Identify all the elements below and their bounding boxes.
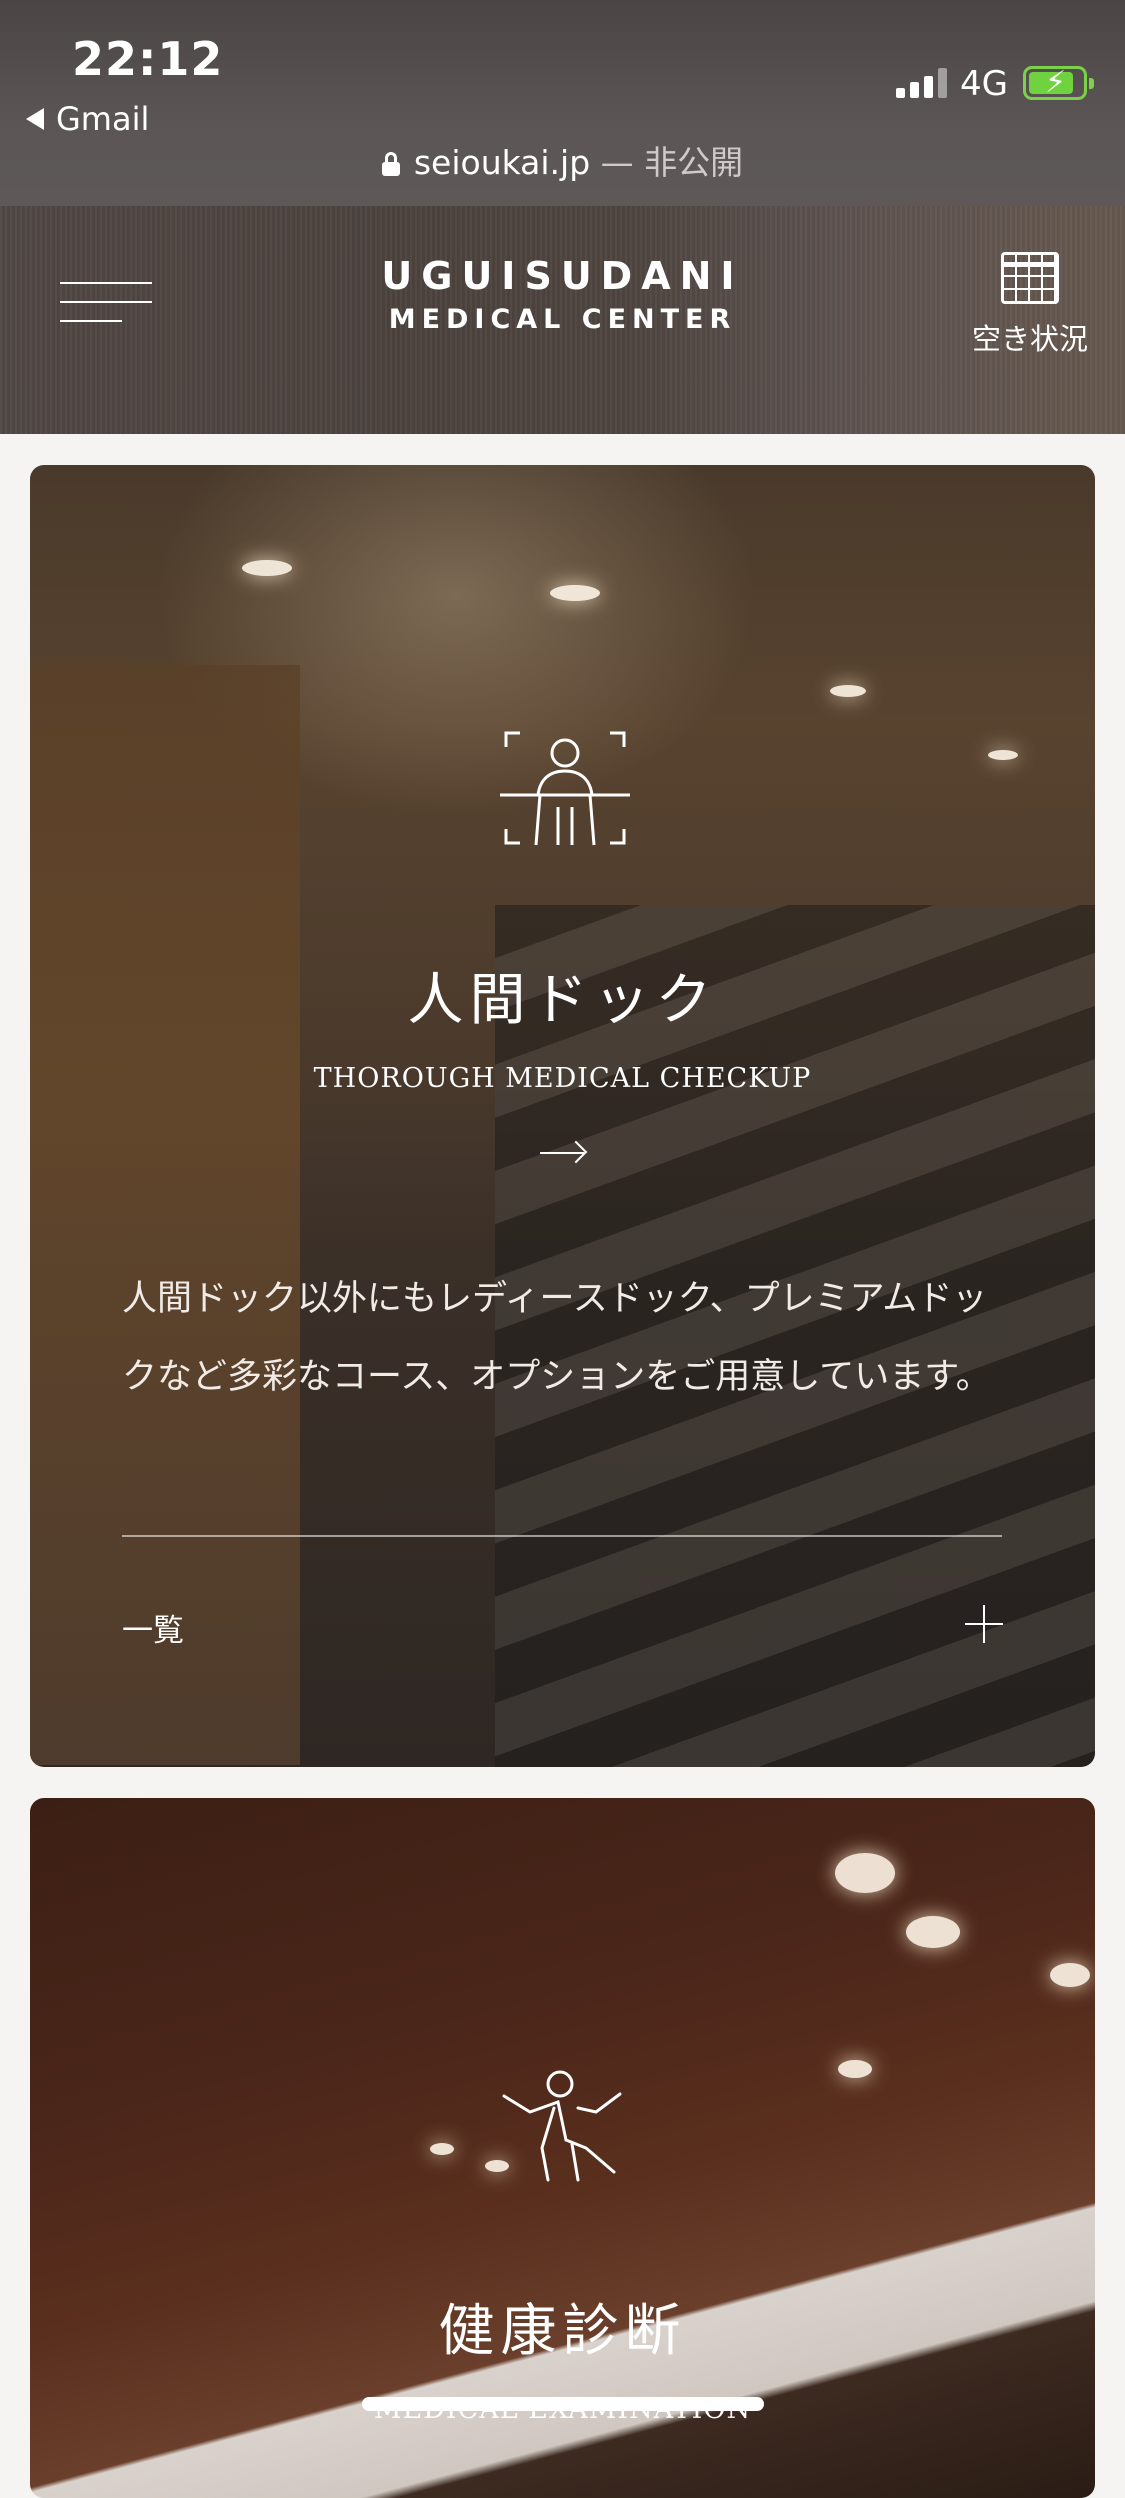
home-indicator	[362, 2397, 764, 2411]
ceiling-light	[830, 685, 866, 697]
person-scan-icon	[500, 731, 630, 846]
logo-line2: MEDICAL CENTER	[388, 304, 737, 335]
card-subtitle: THOROUGH MEDICAL CHECKUP	[313, 1063, 812, 1094]
card-description: 人間ドック以外にもレディースドック、プレミアムドックなど多彩なコース、オプション…	[122, 1279, 991, 1397]
url-bar[interactable]: seioukai.jp — 非公開	[0, 136, 1125, 184]
site-logo[interactable]: UGUISUDANI MEDICAL CENTER	[0, 254, 1125, 335]
network-type: 4G	[960, 64, 1008, 104]
person-stretch-icon	[502, 2070, 622, 2182]
card-thorough-checkup[interactable]: 人間ドック THOROUGH MEDICAL CHECKUP 人間ドック以外にも…	[30, 465, 1095, 1767]
back-triangle-icon	[26, 108, 44, 130]
availability-button[interactable]: 空き状況	[965, 252, 1095, 358]
battery-icon: ⚡	[1023, 66, 1094, 100]
card-title: 人間ドック	[407, 968, 718, 1033]
site-header: UGUISUDANI MEDICAL CENTER 空き状況	[0, 206, 1125, 434]
card-medical-examination[interactable]: 健康診断 MEDICAL EXAMINATION	[30, 1798, 1095, 2498]
plus-icon[interactable]	[965, 1605, 1003, 1643]
ceiling-light	[835, 1853, 895, 1893]
card-title: 健康診断	[438, 2299, 687, 2364]
ceiling-light	[838, 2060, 872, 2078]
ceiling-light	[550, 585, 600, 601]
logo-line1: UGUISUDANI	[381, 254, 744, 298]
lock-icon	[381, 152, 400, 176]
ceiling-light	[430, 2143, 454, 2155]
divider	[122, 1535, 1002, 1537]
list-label[interactable]: 一覧	[122, 1605, 184, 1650]
url-domain: seioukai.jp	[413, 143, 591, 182]
calendar-icon	[1001, 252, 1059, 304]
status-time: 22:12	[72, 32, 224, 86]
browser-status-area: 22:12 Gmail 4G ⚡ seioukai.jp — 非公開	[0, 0, 1125, 206]
back-to-app-link[interactable]: Gmail	[26, 100, 149, 138]
ceiling-light	[906, 1916, 960, 1948]
url-private-label: — 非公開	[600, 143, 744, 182]
back-app-label: Gmail	[56, 100, 150, 138]
signal-icon	[896, 68, 947, 98]
availability-label: 空き状況	[971, 322, 1088, 356]
ceiling-light	[988, 750, 1018, 760]
ceiling-light	[242, 560, 292, 576]
ceiling-light	[1050, 1963, 1090, 1987]
arrow-right-icon[interactable]	[540, 1143, 586, 1163]
